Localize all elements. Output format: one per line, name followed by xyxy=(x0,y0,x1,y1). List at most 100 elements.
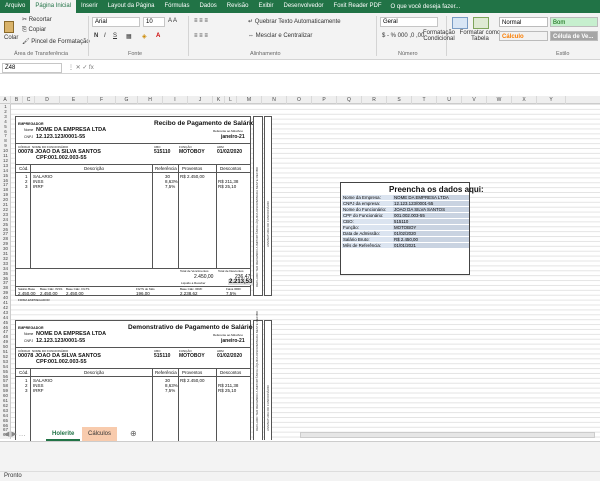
tab-9[interactable]: Foxit Reader PDF xyxy=(329,0,387,13)
panel-value-input[interactable]: MOTOBOY xyxy=(393,225,469,231)
col-desc: Descrição xyxy=(84,370,105,375)
paste-button[interactable] xyxy=(4,21,14,33)
func-value: MOTOBOY xyxy=(179,149,205,155)
panel-value-input[interactable]: NOME DA EMPRESA LTDA xyxy=(393,195,469,201)
tab-1[interactable]: Página Inicial xyxy=(30,0,77,13)
cpf-label: CPF: xyxy=(36,359,49,365)
receipt-title: Recibo de Pagamento de Salário xyxy=(154,120,255,127)
align-top-icons[interactable]: ≡ ≡ ≡ xyxy=(194,18,208,24)
col-header[interactable]: Y xyxy=(537,96,566,104)
wrap-text-button[interactable]: ↵ Quebrar Texto Automaticamente xyxy=(248,18,341,25)
font-grow-icon[interactable]: A A xyxy=(168,18,177,24)
col-header[interactable]: U xyxy=(437,96,462,104)
style-check[interactable]: Célula de Ve... xyxy=(550,31,598,41)
side-strip-2b: ASSINATURA DO FUNCIONÁRIO xyxy=(264,320,272,440)
font-color-icon[interactable]: A xyxy=(156,33,160,39)
format-table-label[interactable]: Formatar como Tabela xyxy=(459,30,501,42)
col-header[interactable]: W xyxy=(487,96,512,104)
formula-icons[interactable]: ⋮ ✕ ✓ fx xyxy=(68,64,94,71)
col-header[interactable]: O xyxy=(287,96,312,104)
cbo-value: 515110 xyxy=(154,149,171,155)
col-header[interactable]: L xyxy=(225,96,237,104)
panel-label: CBO: xyxy=(342,219,393,225)
panel-value-input[interactable]: 001.002.003-55 xyxy=(393,213,469,219)
col-header[interactable]: K xyxy=(213,96,225,104)
tab-8[interactable]: Desenvolvedor xyxy=(279,0,329,13)
tell-me-search[interactable]: O que você deseja fazer... xyxy=(391,4,461,10)
bold-button[interactable]: N xyxy=(94,33,98,39)
payslip-form-1: EMPREGADOR Recibo de Pagamento de Salári… xyxy=(15,116,255,302)
name-label: Nome xyxy=(24,332,34,336)
footer-value: 2.450,00 xyxy=(18,291,36,296)
style-calc[interactable]: Cálculo xyxy=(499,31,548,41)
col-header[interactable]: S xyxy=(387,96,412,104)
sheet-tab-calculos[interactable]: Cálculos xyxy=(82,427,118,441)
italic-button[interactable]: I xyxy=(104,33,106,39)
alignment-group-label: Alinhamento xyxy=(250,51,281,57)
panel-value-input[interactable]: 12.123.123/0001-55 xyxy=(393,201,469,207)
col-header[interactable]: H xyxy=(138,96,163,104)
panel-label: CPF do Funcionário: xyxy=(342,213,393,219)
panel-row: CPF do Funcionário: 001.002.003-55 xyxy=(342,213,470,219)
style-normal[interactable]: Normal xyxy=(499,17,548,27)
horizontal-scrollbar[interactable] xyxy=(300,432,595,438)
number-group-label: Número xyxy=(398,51,418,57)
panel-label: Nome da Empresa: xyxy=(342,195,393,201)
style-good[interactable]: Bom xyxy=(550,17,598,27)
col-header[interactable]: E xyxy=(60,96,88,104)
merge-center-button[interactable]: ⇔ Mesclar e Centralizar xyxy=(248,33,312,39)
col-header[interactable]: N xyxy=(262,96,287,104)
conditional-format-label[interactable]: Formatação Condicional xyxy=(419,30,459,42)
merge-label: Mesclar e Centralizar xyxy=(255,33,313,39)
col-header[interactable]: R xyxy=(362,96,387,104)
col-header[interactable]: T xyxy=(412,96,437,104)
tab-3[interactable]: Layout da Página xyxy=(103,0,160,13)
col-header[interactable]: X xyxy=(512,96,537,104)
tab-7[interactable]: Exibir xyxy=(253,0,278,13)
name-box[interactable]: Z48 xyxy=(2,63,62,73)
col-header[interactable]: A xyxy=(0,96,11,104)
col-header[interactable]: M xyxy=(237,96,262,104)
col-header[interactable]: V xyxy=(462,96,487,104)
col-header[interactable]: B xyxy=(11,96,23,104)
sheet-nav-icons[interactable]: ◀ ▶ … xyxy=(4,430,26,438)
col-header[interactable]: J xyxy=(188,96,213,104)
col-header[interactable]: I xyxy=(163,96,188,104)
copy-button[interactable]: ⎘ Copiar xyxy=(22,27,46,34)
align-left-icons[interactable]: ≡ ≡ ≡ xyxy=(194,33,208,39)
panel-value-input[interactable]: 515110 xyxy=(393,219,469,225)
tab-6[interactable]: Revisão xyxy=(222,0,254,13)
tab-4[interactable]: Fórmulas xyxy=(159,0,194,13)
col-header[interactable]: C xyxy=(23,96,35,104)
panel-row: Nome do Funcionário: JOAO DA SILVA SANTOS xyxy=(342,207,470,213)
tab-0[interactable]: Arquivo xyxy=(0,0,30,13)
panel-value-input[interactable]: JOAO DA SILVA SANTOS xyxy=(393,207,469,213)
tab-5[interactable]: Dados xyxy=(194,0,221,13)
font-name-select[interactable]: Arial xyxy=(92,17,140,27)
side-signature: ASSINATURA DO FUNCIONÁRIO xyxy=(266,201,270,247)
add-sheet-icon[interactable]: ⊕ xyxy=(130,429,137,438)
col-header[interactable]: G xyxy=(116,96,138,104)
col-header[interactable]: Q xyxy=(337,96,362,104)
sheet-tab-holerite[interactable]: Holerite xyxy=(46,427,81,441)
company-name: NOME DA EMPRESA LTDA xyxy=(36,127,107,133)
receipt-title: Demonstrativo de Pagamento de Salário xyxy=(128,324,253,331)
col-header[interactable]: F xyxy=(88,96,116,104)
merge-icon: ⇔ xyxy=(248,33,254,39)
font-size-select[interactable]: 10 xyxy=(143,17,165,27)
tab-2[interactable]: Inserir xyxy=(76,0,103,13)
cut-button[interactable]: ✂ Recortar xyxy=(22,16,52,23)
number-format-select[interactable]: Geral xyxy=(380,17,438,27)
company-cnpj: 12.123.123/0001-55 xyxy=(36,338,86,344)
payslip-form-2: EMPREGADOR Demonstrativo de Pagamento de… xyxy=(15,320,253,441)
underline-button[interactable]: S xyxy=(113,33,117,39)
panel-value-input[interactable]: 01/02/2020 xyxy=(393,231,469,237)
format-painter-button[interactable]: 🖌 Pincel de Formatação xyxy=(22,38,90,45)
col-header[interactable]: P xyxy=(312,96,337,104)
panel-value-input[interactable]: 01/01/2021 xyxy=(393,243,469,249)
fill-color-icon[interactable]: ◈ xyxy=(142,33,147,40)
status-bar: Pronto xyxy=(0,471,600,481)
panel-value-input[interactable]: R$ 2.450,00 xyxy=(393,237,469,243)
col-header[interactable]: D xyxy=(35,96,60,104)
borders-icon[interactable]: ▦ xyxy=(126,33,132,40)
